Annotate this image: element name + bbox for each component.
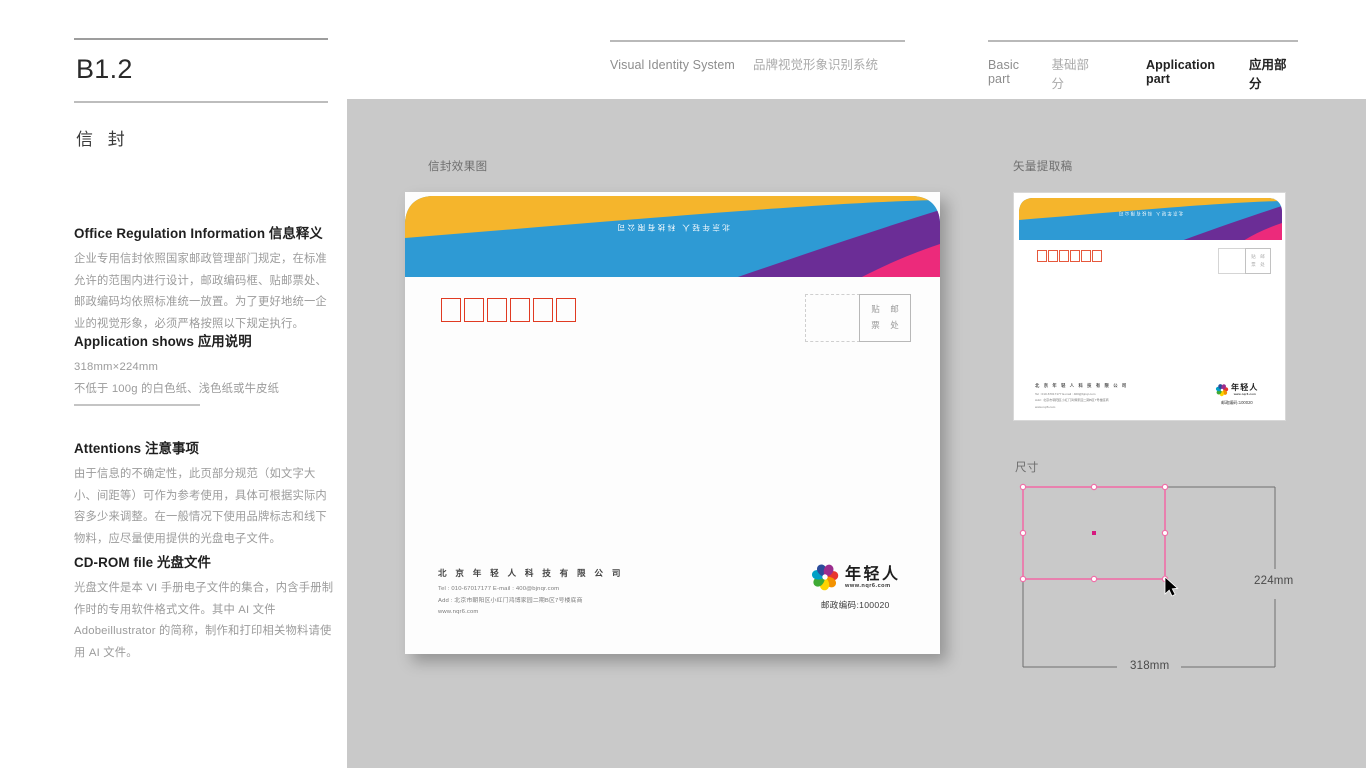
stamp-char: 邮 [1260,253,1265,259]
postal-code-boxes[interactable] [441,298,576,322]
postal-code-box[interactable] [510,298,530,322]
postal-code-box [1037,250,1047,262]
header-part-group: Basic part 基础部分 Application part 应用部分 [988,40,1298,92]
header-vis-en: Visual Identity System [610,58,735,72]
sidebar: B1.2 信 封 [74,38,328,150]
stamp-char: 贴 [1251,253,1256,259]
brand-logo-block: 年轻人 www.nqr6.com 邮政编码:100020 [810,562,901,611]
logo-url: www.nqr6.com [1233,392,1256,396]
stamp-char: 票 [1251,262,1256,267]
stamp-char: 票 [871,320,880,330]
flap-company-text: 北京年轻人 科技有限公司 [615,223,730,232]
logo-url: www.nqr6.com [845,582,891,589]
postal-code-box [1092,250,1102,262]
postal-code-box [1070,250,1080,262]
vector-flap-text: 北京年轻人 科技有限公司 [1117,210,1184,215]
page-title: 信 封 [76,129,130,149]
vector-stamp-label-box: 贴 邮 票 处 [1245,248,1271,274]
section-body: 企业专用信封依照国家邮政管理部门规定，在标准允许的范围内进行设计，邮政编码框、贴… [74,253,327,331]
section-attentions: Attentions 注意事项 由于信息的不确定性，此页部分规范（如文字大小、间… [74,437,336,551]
company-tel: Tel : 010-67017177 E-mail : 400@bjnqr.co… [438,586,560,592]
dimension-height-label: 224mm [1254,575,1294,587]
preview-stage: 信封效果图 矢量提取稿 尺寸 北京年轻人 科技有限公司 贴 邮 票 处 北 京 … [347,99,1366,768]
caption-mockup: 信封效果图 [428,161,488,173]
section-heading: Application shows 应用说明 [74,334,252,349]
section-heading: Attentions 注意事项 [74,441,199,456]
postal-code-box[interactable] [441,298,461,322]
dimension-width-label: 318mm [1130,660,1170,672]
stamp-char: 处 [890,320,899,330]
stamp-char: 邮 [890,304,899,315]
vector-envelope-flap: 北京年轻人 科技有限公司 [1019,197,1282,240]
mouse-cursor-icon [1164,576,1179,597]
stamp-char: 处 [1260,262,1265,267]
caption-dimension: 尺寸 [1015,462,1039,474]
measure-brackets [1022,486,1276,668]
section-application-shows: Application shows 应用说明 318mm×224mm 不低于 1… [74,330,332,400]
header-application-en[interactable]: Application part [1146,58,1241,86]
vector-address-block: 北 京 年 轻 人 科 技 有 限 公 司 Tel : 010-67017177… [1035,383,1128,410]
section-cdrom-file: CD-ROM file 光盘文件 光盘文件是本 VI 手册电子文件的集合，内含手… [74,551,336,665]
company-website: www.nqr6.com [1035,404,1056,409]
postal-code-box[interactable] [533,298,553,322]
stamp-label-box: 贴 邮 票 处 [859,294,911,342]
stamp-area: 贴 邮 票 处 [805,294,911,342]
dimension-diagram: 318mm 224mm [1013,477,1293,677]
section-heading: CD-ROM file 光盘文件 [74,555,211,570]
sidebar-divider [74,404,200,406]
company-website: www.nqr6.com [438,609,479,616]
header-basic-en[interactable]: Basic part [988,58,1044,86]
postal-code-box[interactable] [556,298,576,322]
spec-paper: 不低于 100g 的白色纸、浅色纸或牛皮纸 [74,382,280,395]
company-name: 北 京 年 轻 人 科 技 有 限 公 司 [1035,383,1128,388]
selection-center-point [1092,531,1096,535]
company-address: Add : 北京市朝阳区小红门鸿博家园二期B区7号楼底商 [438,597,583,604]
dimension-drawing [1019,483,1276,668]
stamp-dashed-box [805,294,860,342]
header-vis-cn: 品牌视觉形象识别系统 [752,58,878,72]
section-office-regulation: Office Regulation Information 信息释义 企业专用信… [74,222,332,336]
pinwheel-logo-icon [1215,384,1229,397]
company-name: 北 京 年 轻 人 科 技 有 限 公 司 [438,568,624,578]
envelope-flap: 北京年轻人 科技有限公司 [405,192,940,277]
envelope-mockup: 北京年轻人 科技有限公司 贴 邮 票 处 北 京 年 轻 人 科 技 有 限 公… [405,192,940,654]
spec-size: 318mm×224mm [74,361,159,373]
header-vis-group: Visual Identity System 品牌视觉形象识别系统 [610,40,905,73]
caption-vector: 矢量提取稿 [1013,161,1073,173]
vector-flap-bands [1019,198,1282,240]
postal-code-box [1048,250,1058,262]
vector-logo-block: 年轻人 www.nqr6.com 邮政编码:100020 [1215,383,1259,406]
vector-stamp-dashed-box [1218,248,1246,274]
stamp-char: 贴 [871,304,880,315]
postal-code-box [1081,250,1091,262]
flap-color-bands [405,196,940,277]
header-basic-cn[interactable]: 基础部分 [1052,54,1101,92]
postal-code-box[interactable] [487,298,507,322]
postcode-label: 邮政编码:100020 [820,600,890,610]
section-heading: Office Regulation Information 信息释义 [74,226,323,241]
section-body: 由于信息的不确定性，此页部分规范（如文字大小、间距等）可作为参考使用，具体可根据… [74,468,327,546]
postal-code-box[interactable] [464,298,484,322]
pinwheel-logo-icon [811,564,839,591]
logo-wordmark: 年轻人 [845,563,901,583]
section-body: 光盘文件是本 VI 手册电子文件的集合，内含手册制作时的专用软件格式文件。其中 … [74,582,334,660]
header-application-cn[interactable]: 应用部分 [1249,54,1298,92]
postcode-label: 邮政编码:100020 [1220,400,1253,405]
page-code: B1.2 [76,54,133,84]
vector-postal-boxes [1037,250,1102,262]
envelope-address-block: 北 京 年 轻 人 科 技 有 限 公 司 Tel : 010-67017177… [438,567,624,619]
vector-envelope: 北京年轻人 科技有限公司 贴 邮 票 处 北 京 年 轻 人 科 技 有 限 公… [1019,197,1282,418]
vector-artwork-panel: 北京年轻人 科技有限公司 贴 邮 票 处 北 京 年 轻 人 科 技 有 限 公… [1013,192,1286,421]
vector-stamp-area: 贴 邮 票 处 [1218,248,1271,274]
logo-wordmark: 年轻人 [1231,383,1259,392]
postal-code-box [1059,250,1069,262]
